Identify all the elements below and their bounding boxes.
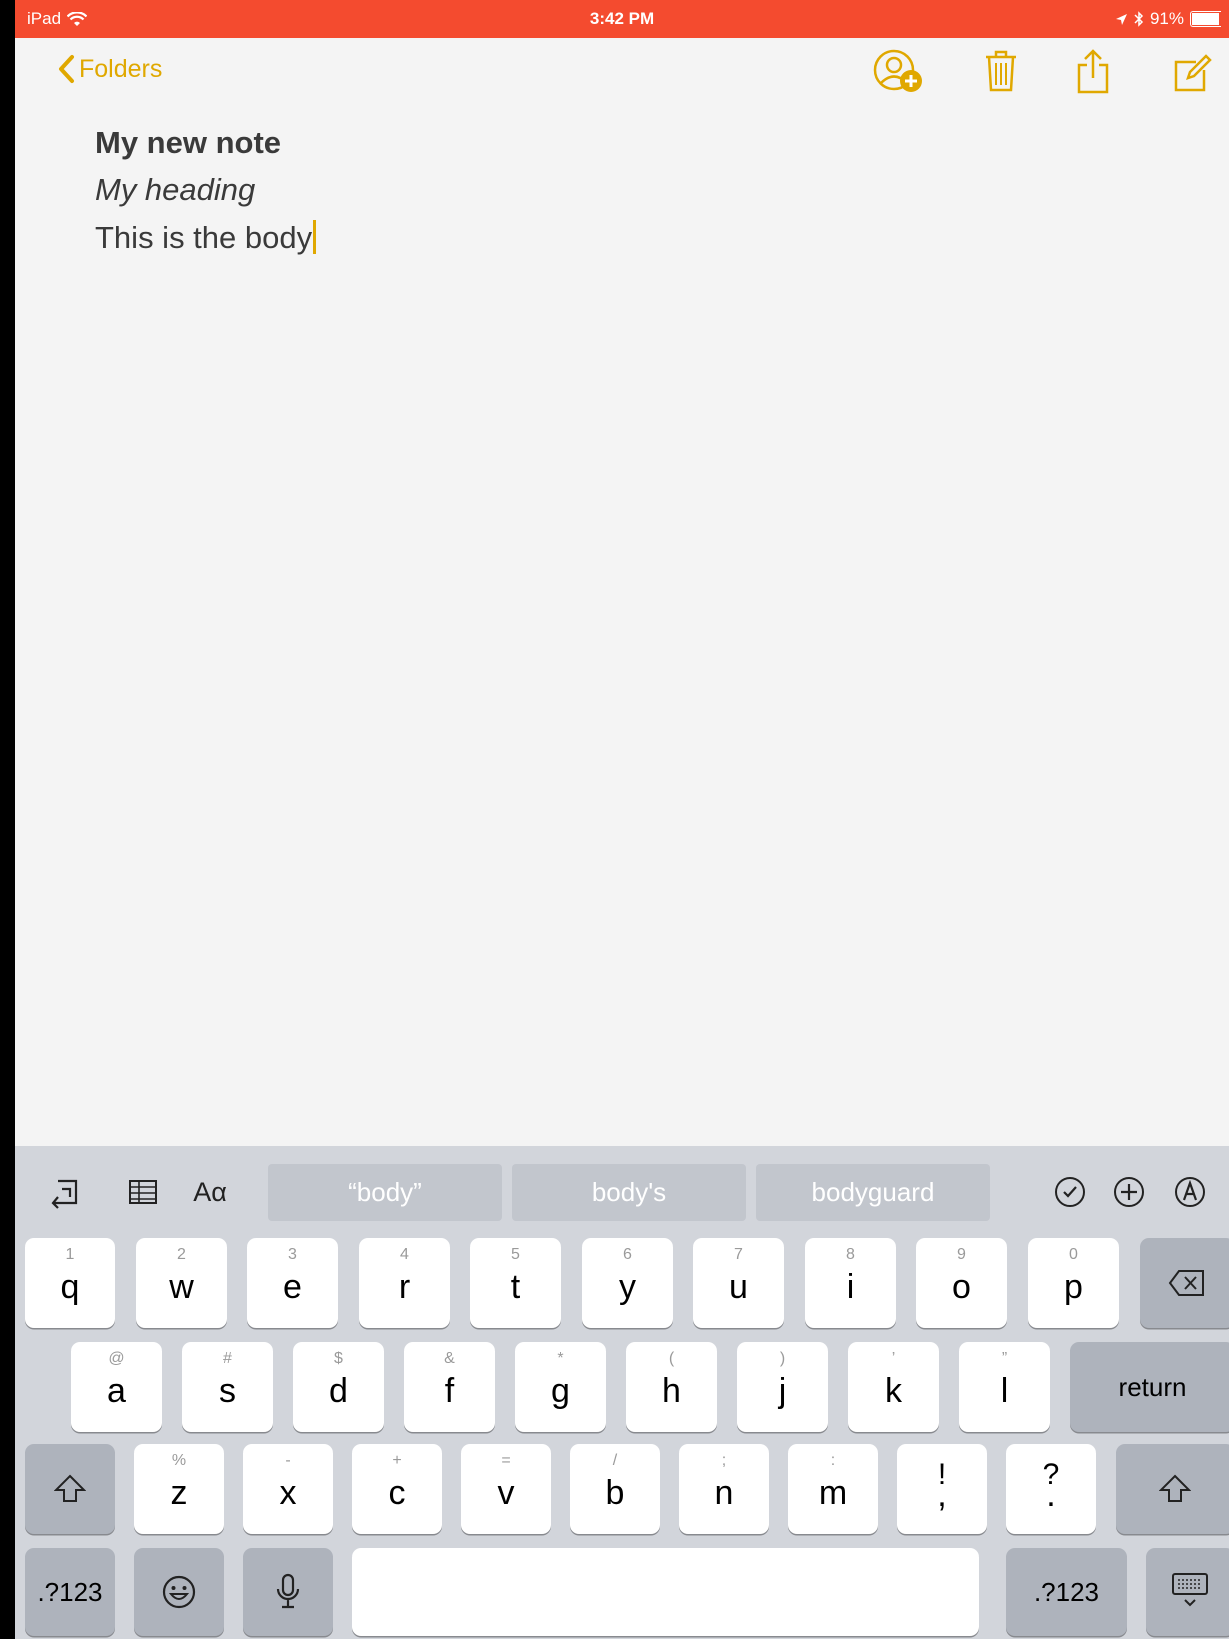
key-u[interactable]: 7u [693, 1238, 784, 1328]
key-comma[interactable]: !, [897, 1444, 987, 1534]
suggestion-3[interactable]: bodyguard [756, 1164, 990, 1221]
shift-icon [1159, 1474, 1191, 1502]
note-heading[interactable]: My heading [95, 166, 316, 214]
key-l[interactable]: ” l [959, 1342, 1050, 1432]
key-m[interactable]: :m [788, 1444, 878, 1534]
key-h[interactable]: (h [626, 1342, 717, 1432]
keyboard-dismiss-icon [1172, 1573, 1208, 1607]
keyboard-toolbar: Aα “body” body's bodyguard [15, 1146, 1229, 1238]
chevron-left-icon [59, 55, 74, 83]
bluetooth-icon [1134, 11, 1144, 27]
compose-icon[interactable] [1170, 48, 1214, 96]
note-body: This is the body [95, 220, 313, 255]
location-icon [1115, 13, 1127, 25]
key-a[interactable]: @ a [71, 1342, 162, 1432]
key-p[interactable]: 0p [1028, 1238, 1119, 1328]
back-button[interactable]: Folders [57, 54, 162, 84]
key-y[interactable]: 6y [582, 1238, 673, 1328]
table-icon[interactable] [123, 1172, 163, 1212]
key-f[interactable]: & f [404, 1342, 495, 1432]
key-c[interactable]: + c [352, 1444, 442, 1534]
clock: 3:42 PM [589, 9, 655, 28]
key-t[interactable]: 5t [470, 1238, 561, 1328]
text-cursor [313, 220, 316, 254]
checklist-icon[interactable] [1050, 1172, 1090, 1212]
dictation-key[interactable] [243, 1548, 333, 1636]
battery-icon [1190, 11, 1221, 27]
suggestion-2[interactable]: body's [512, 1164, 746, 1221]
key-v[interactable]: = v [461, 1444, 551, 1534]
key-w[interactable]: 2w [136, 1238, 227, 1328]
format-button[interactable]: Aα [185, 1172, 235, 1212]
suggestion-1[interactable]: “body” [268, 1164, 502, 1221]
note-content[interactable]: My new note My heading This is the body [95, 120, 316, 262]
emoji-key[interactable] [134, 1548, 224, 1636]
note-body-line[interactable]: This is the body [95, 214, 316, 262]
share-icon[interactable] [1075, 48, 1111, 96]
key-period[interactable]: ?. [1006, 1444, 1096, 1534]
shift-icon [54, 1474, 86, 1502]
status-bar: iPad 3:42 PM 91% [15, 0, 1229, 38]
keyboard: Aα “body” body's bodyguard 1q 2w 3e 4r 5… [15, 1146, 1229, 1639]
undo-icon[interactable] [45, 1172, 85, 1212]
key-b[interactable]: / b [570, 1444, 660, 1534]
key-n[interactable]: ; n [679, 1444, 769, 1534]
shift-key-left[interactable] [25, 1444, 115, 1534]
nav-bar: Folders [15, 38, 1229, 108]
delete-key[interactable] [1140, 1238, 1229, 1328]
markup-icon[interactable] [1170, 1172, 1210, 1212]
key-k[interactable]: ’ k [848, 1342, 939, 1432]
add-people-icon[interactable] [870, 48, 928, 96]
key-d[interactable]: $ d [293, 1342, 384, 1432]
screen: iPad 3:42 PM 91% Folders My new note My … [15, 0, 1229, 1639]
delete-icon [1168, 1270, 1204, 1296]
shift-key-right[interactable] [1116, 1444, 1229, 1534]
key-g[interactable]: * g [515, 1342, 606, 1432]
space-bar[interactable] [352, 1548, 979, 1636]
back-label: Folders [79, 54, 163, 83]
key-q[interactable]: 1q [25, 1238, 115, 1328]
key-e[interactable]: 3e [247, 1238, 338, 1328]
key-j[interactable]: ) j [737, 1342, 828, 1432]
microphone-icon [276, 1573, 300, 1609]
numbers-key-left[interactable]: .?123 [25, 1548, 115, 1636]
battery-percent: 91% [1149, 9, 1184, 28]
return-key[interactable]: return [1070, 1342, 1229, 1432]
key-x[interactable]: -x [243, 1444, 333, 1534]
key-o[interactable]: 9o [916, 1238, 1007, 1328]
key-i[interactable]: 8i [805, 1238, 896, 1328]
key-r[interactable]: 4r [359, 1238, 450, 1328]
plus-circle-icon[interactable] [1109, 1172, 1149, 1212]
trash-icon[interactable] [983, 48, 1019, 96]
emoji-icon [162, 1575, 196, 1609]
numbers-key-right[interactable]: .?123 [1006, 1548, 1127, 1636]
key-s[interactable]: # s [182, 1342, 273, 1432]
key-z[interactable]: % z [134, 1444, 224, 1534]
dismiss-keyboard-key[interactable] [1146, 1548, 1229, 1636]
note-title[interactable]: My new note [95, 120, 316, 166]
